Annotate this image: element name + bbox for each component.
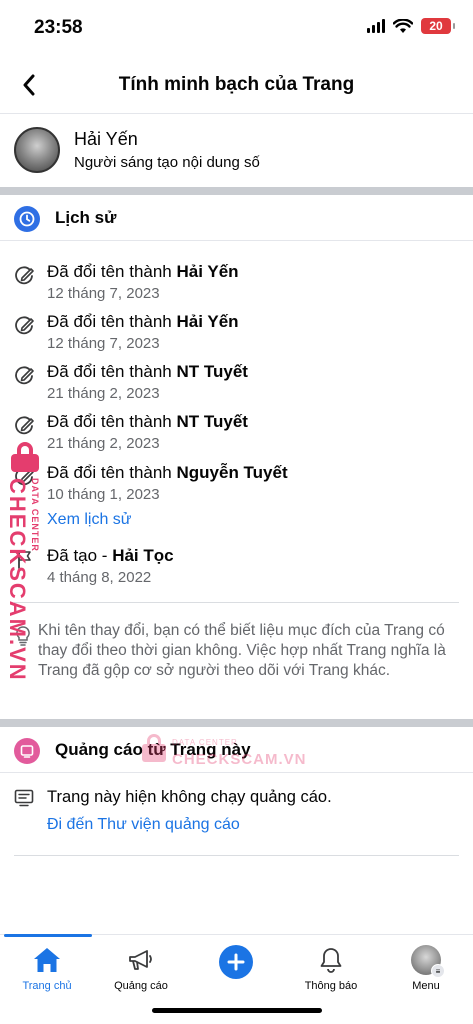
watermark-tagline: DATA CENTER <box>30 478 40 552</box>
tab-label: Menu <box>412 980 440 992</box>
watermark-side: CHECKSCAM.VN DATA CENTER <box>4 442 48 682</box>
page-profile[interactable]: Hải Yến Người sáng tạo nội dung số <box>0 115 473 187</box>
history-text: Đã tạo - Hải Tọc <box>47 546 174 565</box>
watermark-center: DATA CENTER CHECKSCAM.VN <box>142 734 312 774</box>
tab-label: Quảng cáo <box>114 980 168 992</box>
tab-ads[interactable]: Quảng cáo <box>94 935 188 1005</box>
history-date: 21 tháng 2, 2023 <box>47 435 160 452</box>
rename-icon <box>15 316 34 335</box>
lock-icon <box>142 734 166 764</box>
divider <box>14 602 459 603</box>
history-date: 12 tháng 7, 2023 <box>47 335 160 352</box>
divider <box>14 855 459 856</box>
rename-icon <box>15 266 34 285</box>
page-title: Tính minh bạch của Trang <box>118 74 355 95</box>
section-divider <box>0 719 473 727</box>
history-text: Đã đổi tên thành Hải Yến <box>47 262 239 281</box>
history-info-text: Khi tên thay đổi, bạn có thể biết liệu m… <box>38 622 446 679</box>
history-text: Đã đổi tên thành NT Tuyết <box>47 412 248 431</box>
rename-icon <box>15 366 34 385</box>
battery-icon: 20 <box>421 18 455 34</box>
ads-status-text: Trang này hiện không chạy quảng cáo. <box>47 788 332 806</box>
ad-library-link[interactable]: Đi đến Thư viện quảng cáo <box>47 816 240 834</box>
lock-icon <box>10 442 40 472</box>
bell-icon <box>320 948 342 973</box>
history-item: Đã đổi tên thành Hải Yến 12 tháng 7, 202… <box>0 310 473 358</box>
view-history-link[interactable]: Xem lịch sử <box>47 511 132 529</box>
history-item: Đã đổi tên thành Nguyễn Tuyết 10 tháng 1… <box>0 461 473 509</box>
home-indicator <box>152 1008 322 1013</box>
home-icon <box>34 948 60 972</box>
tab-label: Trang chủ <box>22 980 72 992</box>
section-divider <box>0 187 473 195</box>
history-date: 12 tháng 7, 2023 <box>47 285 160 302</box>
status-time: 23:58 <box>34 17 83 38</box>
menu-icon: ≡ <box>431 964 445 978</box>
page-header: Tính minh bạch của Trang <box>0 58 473 114</box>
history-text: Đã đổi tên thành Hải Yến <box>47 312 239 331</box>
watermark-tagline: DATA CENTER <box>172 738 238 747</box>
signal-icon <box>367 19 385 33</box>
history-created-item: Đã tạo - Hải Tọc 4 tháng 8, 2022 <box>0 544 473 592</box>
bottom-tab-bar: Trang chủ Quảng cáo Thông báo ≡ Menu <box>0 934 473 1004</box>
plus-icon <box>219 945 253 979</box>
clock-icon <box>14 206 40 232</box>
status-icons: 20 <box>367 18 455 34</box>
history-date: 4 tháng 8, 2022 <box>47 569 152 586</box>
profile-category: Người sáng tạo nội dung số <box>74 154 260 171</box>
tab-label: Thông báo <box>304 980 358 992</box>
rename-icon <box>15 416 34 435</box>
watermark-brand: CHECKSCAM.VN <box>5 478 30 682</box>
watermark-brand: CHECKSCAM.VN <box>172 751 307 768</box>
tab-notifications[interactable]: Thông báo <box>284 935 378 1005</box>
ad-display-icon <box>14 789 34 807</box>
history-date: 21 tháng 2, 2023 <box>47 385 160 402</box>
history-text: Đã đổi tên thành NT Tuyết <box>47 362 248 381</box>
status-bar: 23:58 20 <box>0 0 473 58</box>
profile-name[interactable]: Hải Yến <box>74 129 138 150</box>
wifi-icon <box>393 18 413 33</box>
history-date: 10 tháng 1, 2023 <box>47 486 160 503</box>
megaphone-icon <box>129 950 152 970</box>
history-item: Đã đổi tên thành Hải Yến 12 tháng 7, 202… <box>0 260 473 308</box>
history-item: Đã đổi tên thành NT Tuyết 21 tháng 2, 20… <box>0 410 473 458</box>
monitor-icon <box>14 738 40 764</box>
history-section-header: Lịch sử <box>0 195 473 241</box>
tab-menu[interactable]: ≡ Menu <box>379 935 473 1005</box>
create-button[interactable] <box>189 935 283 1005</box>
history-item: Đã đổi tên thành NT Tuyết 21 tháng 2, 20… <box>0 360 473 408</box>
tab-home[interactable]: Trang chủ <box>0 935 94 1005</box>
history-text: Đã đổi tên thành Nguyễn Tuyết <box>47 463 288 482</box>
avatar[interactable] <box>14 127 60 173</box>
avatar-icon: ≡ <box>411 945 445 978</box>
history-title: Lịch sử <box>55 208 117 227</box>
